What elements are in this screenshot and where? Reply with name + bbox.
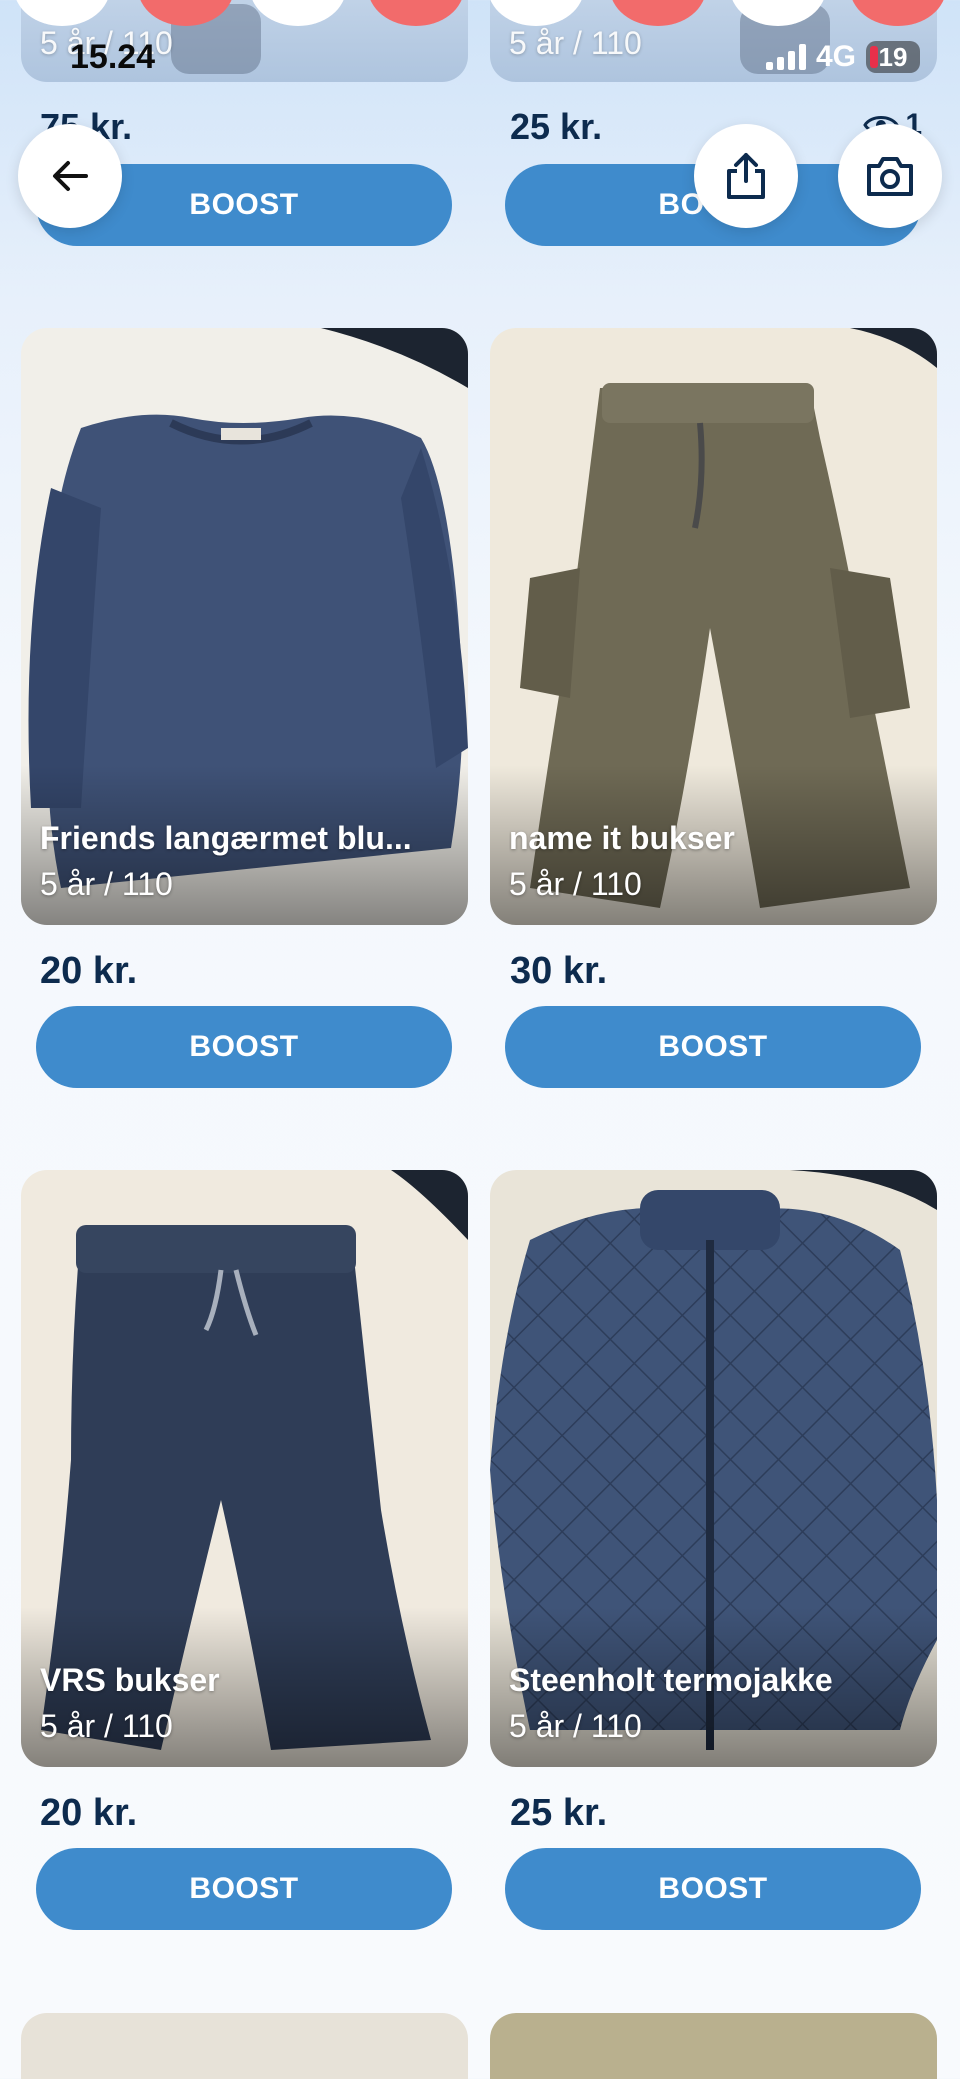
listing-price: 30 kr.	[510, 950, 608, 992]
listing-title: Friends langærmet blu...	[40, 820, 412, 856]
battery-level: 19	[878, 41, 908, 72]
listing-card[interactable]: Friends langærmet blu... 5 år / 110	[21, 328, 468, 925]
battery-icon: 19	[866, 41, 920, 73]
listing-card[interactable]: name it bukser 5 år / 110	[490, 328, 937, 925]
status-time: 15.24	[70, 38, 156, 76]
boost-button[interactable]: BOOST	[36, 1848, 452, 1930]
listing-price: 25 kr.	[510, 106, 603, 147]
listing-card[interactable]: Steenholt termojakke 5 år / 110	[490, 1170, 937, 1767]
boost-button[interactable]: BOOST	[36, 1006, 452, 1088]
listing-price: 25 kr.	[510, 1792, 608, 1834]
listing-size: 5 år / 110	[509, 866, 642, 902]
arrow-left-icon	[53, 161, 88, 191]
boost-button[interactable]: BOOST	[505, 1006, 921, 1088]
listing-title: Steenholt termojakke	[509, 1662, 833, 1698]
back-button[interactable]	[18, 124, 122, 228]
status-indicators: 4G 19	[765, 40, 920, 74]
listing-size: 5 år / 110	[40, 1708, 173, 1744]
listing-size: 5 år / 110	[40, 866, 173, 902]
listing-card-partial[interactable]	[21, 2013, 468, 2079]
listing-price: 20 kr.	[40, 950, 138, 992]
camera-icon	[867, 157, 913, 196]
boost-button[interactable]: BOOST	[505, 1848, 921, 1930]
listing-title: VRS bukser	[40, 1662, 220, 1698]
listing-card-partial[interactable]	[490, 2013, 937, 2079]
listing-size: 5 år / 110	[509, 25, 642, 61]
signal-icon	[765, 44, 806, 70]
network-label: 4G	[815, 40, 856, 73]
listing-title: name it bukser	[509, 820, 735, 856]
share-icon	[727, 153, 765, 199]
listing-price: 20 kr.	[40, 1792, 138, 1834]
listing-size: 5 år / 110	[509, 1708, 642, 1744]
listing-card[interactable]: VRS bukser 5 år / 110	[21, 1170, 468, 1767]
camera-button[interactable]	[838, 124, 942, 228]
share-button[interactable]	[694, 124, 798, 228]
